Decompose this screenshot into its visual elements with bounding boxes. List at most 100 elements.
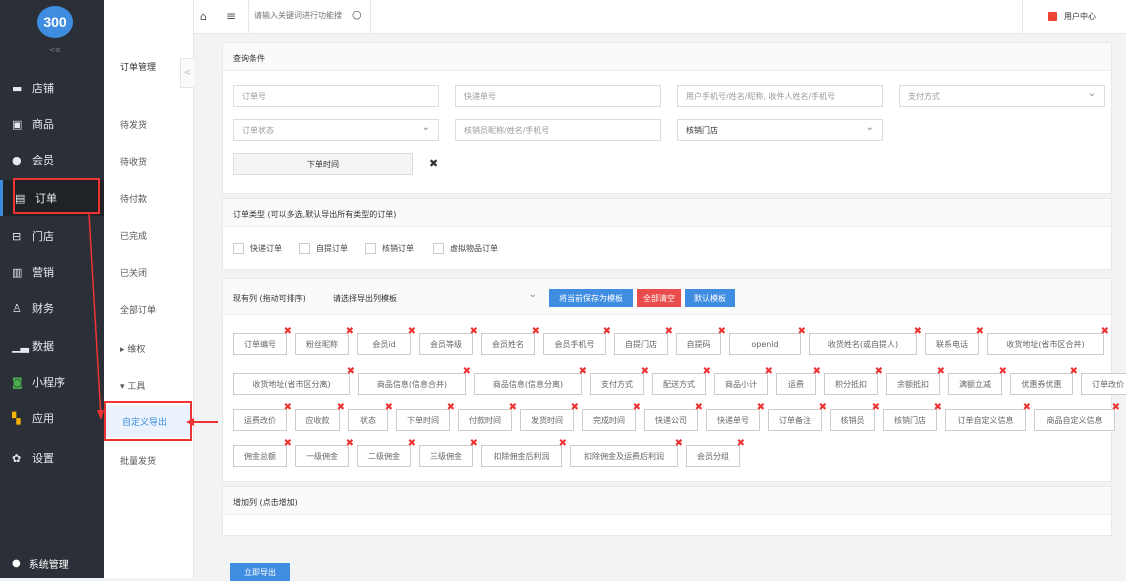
column-tag[interactable]: 订单编号 ✖ [233, 326, 292, 355]
template-select[interactable]: 请选择导出列模板 [325, 287, 545, 309]
remove-column-icon[interactable]: ✖ [532, 326, 540, 337]
column-tag[interactable]: 商品信息(信息合并) ✖ [358, 366, 471, 395]
column-tag[interactable]: 商品自定义信息 ✖ [1034, 402, 1120, 431]
checkbox-verify[interactable]: 核销订单 [365, 243, 414, 254]
remove-column-icon[interactable]: ✖ [1023, 402, 1031, 413]
remove-column-icon[interactable]: ✖ [937, 366, 945, 377]
remove-column-icon[interactable]: ✖ [603, 326, 611, 337]
column-tag[interactable]: 应收款 ✖ [295, 402, 345, 431]
remove-column-icon[interactable]: ✖ [1112, 402, 1120, 413]
default-template-button[interactable]: 默认模板 [685, 289, 735, 307]
column-tag[interactable]: 二级佣金 ✖ [357, 438, 416, 467]
column-tag[interactable]: 核销门店 ✖ [883, 402, 942, 431]
remove-column-icon[interactable]: ✖ [695, 402, 703, 413]
column-tag[interactable]: 会员等级 ✖ [419, 326, 478, 355]
remove-column-icon[interactable]: ✖ [703, 366, 711, 377]
remove-column-icon[interactable]: ✖ [633, 402, 641, 413]
system-management[interactable]: ● 系统管理 [12, 556, 69, 571]
sidebar-item-data[interactable]: ▁▃ 数据 [12, 328, 104, 364]
remove-column-icon[interactable]: ✖ [718, 326, 726, 337]
column-tag[interactable]: 优惠券优惠 ✖ [1010, 366, 1078, 395]
clear-all-button[interactable]: 全部清空 [637, 289, 681, 307]
submenu-item-pending-ship[interactable]: 待发货 [120, 118, 147, 131]
column-tag[interactable]: 会员姓名 ✖ [481, 326, 540, 355]
remove-column-icon[interactable]: ✖ [347, 366, 355, 377]
column-tag[interactable]: 联系电话 ✖ [925, 326, 984, 355]
menu-icon[interactable]: ≡ [226, 9, 236, 23]
column-tag[interactable]: 一级佣金 ✖ [295, 438, 354, 467]
remove-column-icon[interactable]: ✖ [934, 402, 942, 413]
remove-column-icon[interactable]: ✖ [284, 438, 292, 449]
checkbox-pickup[interactable]: 自提订单 [299, 243, 348, 254]
sidebar-item-product[interactable]: ▣ 商品 [12, 106, 104, 142]
column-tag[interactable]: 快递单号 ✖ [706, 402, 765, 431]
remove-column-icon[interactable]: ✖ [976, 326, 984, 337]
sidebar-item-miniprogram[interactable]: ◙ 小程序 [12, 364, 104, 400]
remove-column-icon[interactable]: ✖ [757, 402, 765, 413]
column-tag[interactable]: 配送方式 ✖ [652, 366, 711, 395]
remove-column-icon[interactable]: ✖ [447, 402, 455, 413]
remove-column-icon[interactable]: ✖ [284, 402, 292, 413]
submenu-item-rights[interactable]: ▸ 维权 [120, 342, 145, 355]
submenu-item-tools[interactable]: ▾ 工具 [120, 379, 145, 392]
sidebar-item-order[interactable]: ▤ 订单 [0, 180, 104, 216]
column-tag[interactable]: 三级佣金 ✖ [419, 438, 478, 467]
express-no-input[interactable]: 快递单号 [455, 85, 661, 107]
order-status-select[interactable]: 订单状态 [233, 119, 439, 141]
submenu-item-pending-pay[interactable]: 待付款 [120, 192, 147, 205]
remove-column-icon[interactable]: ✖ [872, 402, 880, 413]
remove-column-icon[interactable]: ✖ [463, 366, 471, 377]
column-tag[interactable]: 订单自定义信息 ✖ [945, 402, 1031, 431]
verifier-input[interactable]: 核销员昵称/姓名/手机号 [455, 119, 661, 141]
column-tag[interactable]: 收货姓名(或自提人) ✖ [809, 326, 922, 355]
column-tag[interactable]: 运费 ✖ [776, 366, 821, 395]
remove-column-icon[interactable]: ✖ [470, 438, 478, 449]
remove-column-icon[interactable]: ✖ [408, 326, 416, 337]
column-tag[interactable]: 支付方式 ✖ [590, 366, 649, 395]
remove-column-icon[interactable]: ✖ [675, 438, 683, 449]
remove-column-icon[interactable]: ✖ [579, 366, 587, 377]
order-no-input[interactable]: 订单号 [233, 85, 439, 107]
remove-column-icon[interactable]: ✖ [737, 438, 745, 449]
column-tag[interactable]: 核销员 ✖ [830, 402, 880, 431]
remove-column-icon[interactable]: ✖ [284, 326, 292, 337]
user-search-input[interactable]: 用户手机号/姓名/昵称, 收件人姓名/手机号 [677, 85, 883, 107]
sidebar-item-finance[interactable]: ♙ 财务 [12, 290, 104, 326]
column-tag[interactable]: 付款时间 ✖ [458, 402, 517, 431]
sidebar-item-app[interactable]: ▚ 应用 [12, 400, 104, 436]
remove-column-icon[interactable]: ✖ [408, 438, 416, 449]
column-tag[interactable]: 余额抵扣 ✖ [886, 366, 945, 395]
submenu-item-custom-export[interactable]: 自定义导出 [106, 405, 190, 437]
user-center-link[interactable]: 用户中心 [1048, 11, 1096, 22]
column-tag[interactable]: 扣除佣金后利润 ✖ [481, 438, 567, 467]
sidebar-item-store[interactable]: ▬ 店铺 [12, 70, 104, 106]
store-select[interactable]: 核销门店 [677, 119, 883, 141]
order-time-picker[interactable]: 下单时间 [233, 153, 413, 175]
remove-column-icon[interactable]: ✖ [1070, 366, 1078, 377]
column-tag[interactable]: 商品信息(信息分离) ✖ [474, 366, 587, 395]
remove-column-icon[interactable]: ✖ [798, 326, 806, 337]
column-tag[interactable]: 订单改价✖ [1081, 373, 1126, 395]
sidebar-item-shop[interactable]: ⊟ 门店 [12, 218, 104, 254]
column-tag[interactable]: 积分抵扣 ✖ [824, 366, 883, 395]
remove-column-icon[interactable]: ✖ [509, 402, 517, 413]
column-tag[interactable]: 会员手机号 ✖ [543, 326, 611, 355]
remove-column-icon[interactable]: ✖ [385, 402, 393, 413]
column-tag[interactable]: 扣除佣金及运费后利润 ✖ [570, 438, 683, 467]
checkbox-express[interactable]: 快递订单 [233, 243, 282, 254]
submenu-collapse-button[interactable]: < [180, 58, 194, 88]
sidebar-item-settings[interactable]: ✿ 设置 [12, 440, 104, 476]
column-tag[interactable]: 快递公司 ✖ [644, 402, 703, 431]
payment-select[interactable]: 支付方式 [899, 85, 1105, 107]
sidebar-collapse-toggle[interactable]: <≡ [49, 46, 61, 54]
home-icon[interactable]: ⌂ [200, 10, 207, 23]
remove-column-icon[interactable]: ✖ [571, 402, 579, 413]
remove-column-icon[interactable]: ✖ [875, 366, 883, 377]
column-tag[interactable]: 会员分组 ✖ [686, 438, 745, 467]
column-tag[interactable]: 自提门店 ✖ [614, 326, 673, 355]
column-tag[interactable]: 发货时间 ✖ [520, 402, 579, 431]
column-tag[interactable]: 佣金总额 ✖ [233, 438, 292, 467]
submenu-item-batch-ship[interactable]: 批量发货 [120, 454, 156, 467]
remove-column-icon[interactable]: ✖ [665, 326, 673, 337]
column-tag[interactable]: openid ✖ [729, 326, 806, 355]
